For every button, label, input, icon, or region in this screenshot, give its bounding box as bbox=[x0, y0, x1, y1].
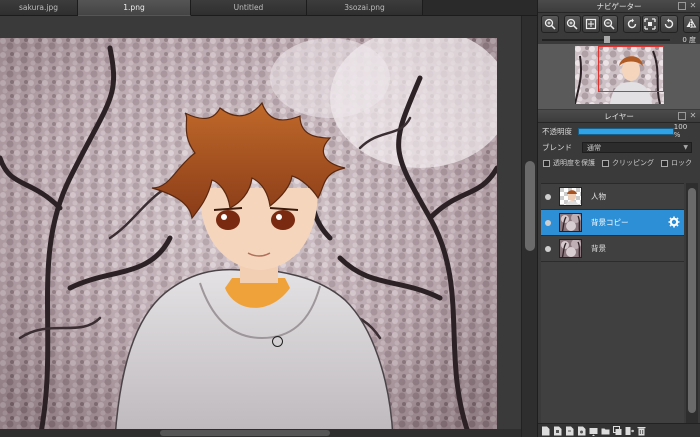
protect-alpha-checkbox[interactable]: 透明度を保護 bbox=[543, 158, 595, 168]
navigator-viewport-frame[interactable] bbox=[598, 46, 664, 92]
opacity-row: 不透明度 100 % bbox=[538, 123, 700, 139]
layer-thumbnail bbox=[559, 239, 582, 258]
layer-item-background-copy[interactable]: 背景コピー bbox=[541, 210, 684, 236]
lock-checkbox[interactable]: ロック bbox=[661, 158, 692, 168]
blend-row: ブレンド 通常 ▼ bbox=[538, 139, 700, 155]
new-layer-icon[interactable] bbox=[552, 425, 563, 436]
layer-list-scroll-thumb[interactable] bbox=[688, 188, 696, 413]
navigator-undock-icon[interactable] bbox=[678, 2, 686, 10]
blend-label: ブレンド bbox=[542, 142, 572, 152]
canvas-horizontal-scroll-thumb[interactable] bbox=[160, 430, 330, 436]
tab-1png[interactable]: 1.png bbox=[78, 0, 191, 16]
new-layer-icon[interactable] bbox=[576, 425, 587, 436]
layer-bottom-toolbar bbox=[538, 423, 700, 437]
tab-3sozai[interactable]: 3sozai.png bbox=[307, 0, 423, 16]
layers-undock-icon[interactable] bbox=[678, 112, 686, 120]
canvas-vertical-scroll-thumb[interactable] bbox=[525, 161, 535, 251]
checkbox-box[interactable] bbox=[602, 159, 609, 167]
duplicate-icon[interactable] bbox=[612, 425, 623, 436]
navigator-close-icon[interactable]: ✕ bbox=[689, 2, 697, 10]
layer-list: 人物 背景コピー 背景 bbox=[541, 183, 684, 423]
rotate-right-icon[interactable] bbox=[660, 15, 678, 33]
visibility-toggle-icon[interactable] bbox=[545, 193, 551, 200]
navigator-preview[interactable] bbox=[538, 44, 700, 109]
fit-icon[interactable] bbox=[582, 15, 600, 33]
tab-untitled[interactable]: Untitled bbox=[191, 0, 307, 16]
chevron-down-icon: ▼ bbox=[683, 143, 688, 151]
new-layer-icon[interactable] bbox=[564, 425, 575, 436]
layer-name: 背景コピー bbox=[591, 218, 629, 227]
canvas-area[interactable] bbox=[0, 16, 521, 437]
visibility-toggle-icon[interactable] bbox=[545, 245, 551, 252]
opacity-value: 100 % bbox=[673, 123, 688, 139]
folder-icon[interactable] bbox=[600, 425, 611, 436]
navigator-title-bar: ナビゲーター ✕ bbox=[538, 0, 700, 13]
layer-thumbnail bbox=[559, 213, 582, 232]
fit-window-icon[interactable] bbox=[641, 15, 659, 33]
zoom-in-icon[interactable] bbox=[541, 15, 559, 33]
navigator-toolbar bbox=[538, 13, 700, 35]
canvas-vertical-scrollbar[interactable] bbox=[521, 16, 537, 437]
new-layer-icon[interactable] bbox=[540, 425, 551, 436]
document-tab-bar: sakura.jpg 1.png Untitled 3sozai.png bbox=[0, 0, 537, 16]
visibility-toggle-icon[interactable] bbox=[545, 219, 551, 226]
blend-mode-select[interactable]: 通常 ▼ bbox=[582, 141, 692, 153]
layers-title: レイヤー bbox=[604, 112, 634, 121]
layer-options-row: 透明度を保護 クリッピング ロック bbox=[538, 155, 700, 171]
artwork-image[interactable] bbox=[0, 38, 497, 437]
rotate-left-icon[interactable] bbox=[623, 15, 641, 33]
layers-title-bar: レイヤー ✕ bbox=[538, 110, 700, 123]
brush-cursor bbox=[272, 336, 283, 347]
rotation-slider-row: 0 度 bbox=[538, 35, 700, 44]
protect-alpha-label: 透明度を保護 bbox=[553, 159, 595, 167]
layer-item-background[interactable]: 背景 bbox=[541, 236, 684, 262]
tab-sakura[interactable]: sakura.jpg bbox=[0, 0, 78, 16]
clipping-checkbox[interactable]: クリッピング bbox=[602, 158, 654, 168]
opacity-label: 不透明度 bbox=[542, 126, 572, 136]
merge-icon[interactable] bbox=[624, 425, 635, 436]
layer-name: 背景 bbox=[591, 244, 606, 253]
layer-list-scrollbar[interactable] bbox=[686, 183, 698, 423]
canvas-horizontal-scrollbar[interactable] bbox=[0, 429, 521, 437]
navigator-title: ナビゲーター bbox=[596, 2, 642, 11]
flip-icon[interactable] bbox=[682, 15, 700, 33]
opacity-slider[interactable] bbox=[578, 127, 674, 135]
zoom-out-icon[interactable] bbox=[600, 15, 618, 33]
layers-close-icon[interactable]: ✕ bbox=[689, 112, 697, 120]
tab-bar-filler bbox=[423, 0, 537, 16]
blend-mode-value: 通常 bbox=[587, 143, 601, 152]
checkbox-box[interactable] bbox=[661, 159, 668, 167]
lock-label: ロック bbox=[671, 159, 692, 167]
layer-menu-icon[interactable] bbox=[588, 425, 599, 436]
layer-item-person[interactable]: 人物 bbox=[541, 184, 684, 210]
artwork-illustration bbox=[0, 38, 497, 437]
rotation-slider-knob[interactable] bbox=[604, 36, 610, 43]
right-panel: ナビゲーター ✕ 0 度 レイヤー ✕ 不透明度 100 % ブレンド 通常 ▼… bbox=[537, 0, 700, 437]
layer-name: 人物 bbox=[591, 192, 606, 201]
zoom-in-icon[interactable] bbox=[563, 15, 581, 33]
delete-icon[interactable] bbox=[636, 425, 647, 436]
checkbox-box[interactable] bbox=[543, 159, 550, 167]
clipping-label: クリッピング bbox=[612, 159, 654, 167]
layer-thumbnail bbox=[559, 187, 582, 206]
gear-icon[interactable] bbox=[668, 216, 680, 228]
